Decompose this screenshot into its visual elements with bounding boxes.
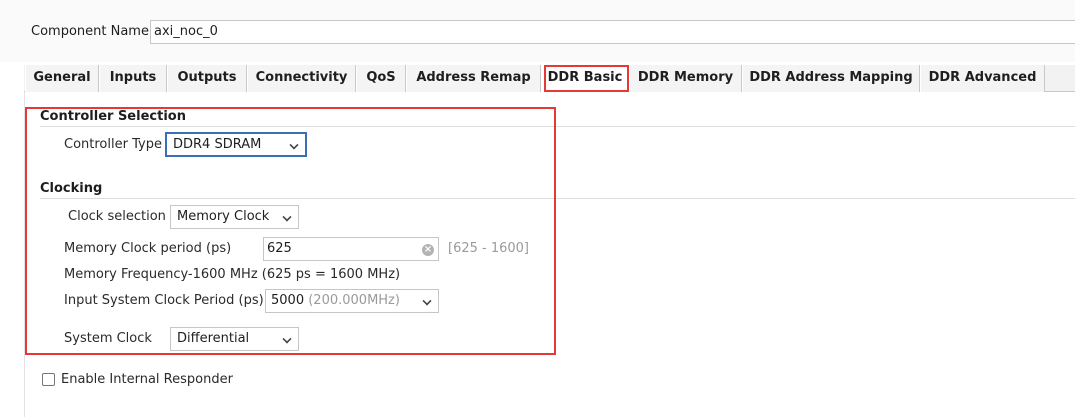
tab-ddr-advanced[interactable]: DDR Advanced (920, 65, 1045, 92)
internal-responder-label[interactable]: Enable Internal Responder (61, 372, 233, 387)
active-tab-highlight (544, 65, 629, 92)
tab-qos[interactable]: QoS (356, 65, 406, 92)
tab-connectivity[interactable]: Connectivity (247, 65, 356, 92)
tab-inputs[interactable]: Inputs (99, 65, 167, 92)
tab-address-remap[interactable]: Address Remap (406, 65, 541, 92)
tab-outputs[interactable]: Outputs (167, 65, 247, 92)
component-name-input[interactable]: axi_noc_0 (150, 20, 1075, 44)
tab-ddr-address-mapping[interactable]: DDR Address Mapping (742, 65, 920, 92)
component-name-label: Component Name (31, 24, 149, 39)
tab-general[interactable]: General (25, 65, 99, 92)
tab-ddr-memory[interactable]: DDR Memory (629, 65, 742, 92)
section-highlight (25, 107, 556, 355)
checkbox-icon[interactable] (42, 373, 55, 386)
